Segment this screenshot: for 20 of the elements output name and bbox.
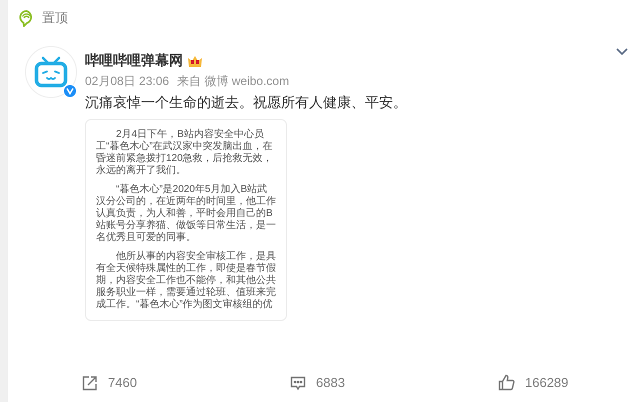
location-pin-icon — [19, 10, 34, 26]
like-button[interactable]: 166289 — [498, 374, 640, 391]
pinned-label: 置顶 — [42, 9, 68, 27]
crown-badge-icon — [187, 54, 203, 68]
thumbs-up-icon — [498, 374, 515, 391]
verified-badge-icon — [63, 84, 77, 98]
post-source: 来自 微博 weibo.com — [177, 73, 290, 90]
document-paragraph: “暮色木心”是2020年5月加入B站武汉分公司的，在近两年的时间里，他工作认真负责，为人和善，平时会用自己的B站账号分享养猫、做饭等日常生活，是一名优秀且可爱的同事。 — [96, 184, 276, 244]
share-icon — [82, 374, 98, 390]
post-text: 沉痛哀悼一个生命的逝去。祝愿所有人健康、平安。 — [85, 94, 407, 112]
share-button[interactable]: 7460 — [82, 374, 290, 391]
chevron-down-icon[interactable] — [616, 48, 628, 56]
author-name[interactable]: 哔哩哔哩弹幕网 — [85, 52, 183, 70]
tv-face-icon — [34, 56, 68, 88]
comment-icon — [290, 374, 306, 390]
avatar[interactable] — [25, 46, 77, 98]
comment-button[interactable]: 6883 — [290, 374, 498, 391]
document-paragraph: 2月4日下午，B站内容安全中心员工“暮色木心”在武汉家中突发脑出血，在昏迷前紧急拨打120急救，后抢救无效，永远的离开了我们。 — [96, 129, 274, 177]
post-time[interactable]: 02月08日 23:06 — [85, 73, 170, 90]
document-paragraph: 他所从事的内容安全审核工作，是具有全天候特殊属性的工作，即使是春节假期，内容安全工作也不能停，和其他公共服务职业一样，需要通过轮班、值班来完成工作。“暮色木心”作为图文审核组的优 — [96, 251, 276, 311]
